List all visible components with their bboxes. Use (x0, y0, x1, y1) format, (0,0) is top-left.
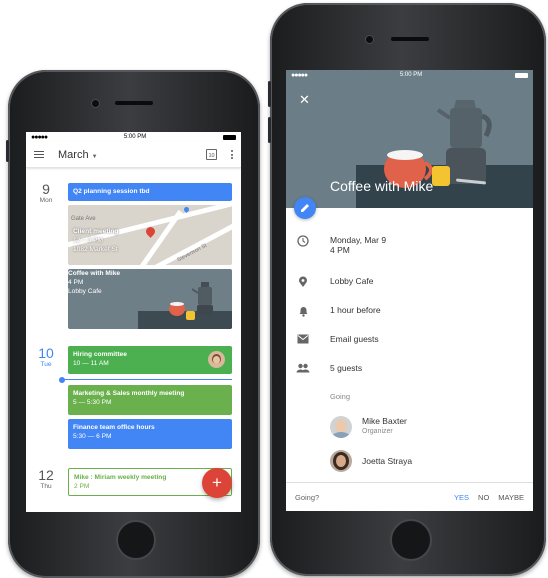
front-camera (365, 35, 374, 44)
battery-icon (515, 72, 528, 78)
email-guests-label: Email guests (330, 334, 379, 344)
event-time: 4 PM (330, 245, 350, 255)
pencil-icon (301, 204, 309, 212)
day-label-mon: 9 Mon (26, 182, 66, 204)
event-marketing-sales[interactable]: Marketing & Sales monthly meeting 5 — 5:… (68, 385, 232, 415)
status-time: 5:00 PM (123, 134, 147, 140)
event-location: Lobby Cafe (330, 276, 374, 286)
rsvp-no-button[interactable]: NO (478, 493, 489, 502)
side-button (6, 140, 9, 162)
side-button (268, 117, 271, 143)
calendar-screen: ●●●●● 5:00 PM March ▼ 10 9 Mon Q2 plannin… (26, 132, 241, 512)
add-event-button[interactable]: + (202, 468, 232, 498)
left-phone: ●●●●● 5:00 PM March ▼ 10 9 Mon Q2 plannin… (6, 70, 260, 578)
event-finance-office-hours[interactable]: Finance team office hours 5:30 — 6 PM (68, 419, 232, 449)
cup-icon (432, 166, 450, 186)
day-number: 12 (38, 467, 54, 483)
front-camera (91, 99, 100, 108)
home-button[interactable] (116, 520, 156, 560)
day-number: 10 (38, 345, 54, 361)
event-time: 12 – 3 PM (73, 237, 104, 244)
day-of-week: Thu (40, 483, 52, 490)
status-time: 5:00 PM (399, 72, 423, 78)
map-street-label: Gate Ave (71, 216, 96, 222)
home-button[interactable] (390, 519, 432, 561)
status-bar: ●●●●● 5:00 PM (286, 70, 533, 80)
event-detail-screen: ●●●●● 5:00 PM ✕ Coffee with Mike Monday,… (286, 70, 533, 511)
overflow-menu-icon[interactable] (231, 149, 233, 160)
guest-name: Mike Baxter (362, 416, 407, 426)
event-time: 10 — 11 AM (73, 360, 109, 367)
rsvp-bar: Going? YES NO MAYBE (286, 482, 533, 511)
event-q2-planning[interactable]: Q2 planning session tbd (68, 183, 232, 201)
guest-avatar (330, 450, 352, 472)
rsvp-yes-button[interactable]: YES (454, 493, 469, 502)
guest-role: Organizer (362, 428, 393, 435)
day-of-week: Tue (40, 361, 52, 368)
event-coffee-with-mike[interactable]: Coffee with Mike 4 PM Lobby Cafe (68, 269, 232, 329)
event-title: Client meeting (73, 228, 119, 235)
day-label-tue: 10 Tue (26, 346, 66, 368)
month-label: March (58, 148, 89, 161)
day-of-week: Mon (39, 197, 53, 204)
event-client-meeting[interactable]: Gate Ave Stevenson St Client meeting 12 … (68, 205, 232, 265)
event-title: Coffee with Mike (330, 178, 434, 194)
close-icon[interactable]: ✕ (299, 92, 310, 108)
guests-row[interactable]: 5 guests (286, 363, 533, 373)
location-pin-icon (299, 276, 307, 287)
side-button (268, 81, 271, 107)
reminder-row[interactable]: 1 hour before (286, 305, 533, 317)
event-location-row[interactable]: Lobby Cafe (286, 276, 533, 288)
menu-icon[interactable] (34, 150, 44, 159)
bell-icon (299, 307, 307, 317)
month-selector[interactable]: March ▼ (58, 149, 206, 161)
event-title: Marketing & Sales monthly meeting (73, 390, 185, 397)
battery-icon (223, 134, 236, 140)
guest-item[interactable]: Joetta Straya (286, 450, 533, 472)
edit-event-button[interactable] (294, 197, 316, 219)
guests-count: 5 guests (330, 363, 363, 373)
email-guests-row[interactable]: Email guests (286, 334, 533, 344)
guest-item[interactable]: Mike Baxter Organizer (286, 416, 533, 438)
speaker-grille (391, 37, 429, 41)
going-section-label: Going (330, 392, 351, 401)
cup-icon (186, 311, 195, 320)
email-icon (297, 334, 309, 344)
day-label-thu: 12 Thu (26, 468, 66, 490)
reminder-text: 1 hour before (330, 305, 381, 315)
caret-down-icon: ▼ (91, 153, 98, 160)
attendee-avatar (208, 351, 225, 368)
people-icon (296, 363, 310, 373)
event-details: Client meeting 12 – 3 PM 1082 Market St (73, 227, 118, 254)
event-location: 1082 Market St (73, 246, 118, 253)
current-time-line (62, 379, 232, 381)
signal-icon: ●●●●● (291, 71, 308, 79)
guest-avatar (330, 416, 352, 438)
event-hiring-committee[interactable]: Hiring committee 10 — 11 AM (68, 346, 232, 374)
event-time: 5 — 5:30 PM (73, 399, 112, 406)
app-toolbar: March ▼ 10 (26, 142, 241, 168)
event-datetime-row: Monday, Mar 94 PM (286, 235, 533, 255)
rsvp-question: Going? (295, 492, 320, 502)
today-calendar-icon[interactable]: 10 (206, 149, 217, 160)
day-number: 9 (42, 181, 50, 197)
speaker-grille (115, 101, 153, 105)
event-title: Hiring committee (73, 351, 127, 358)
event-date: Monday, Mar 9 (330, 235, 387, 245)
clock-icon (297, 235, 309, 247)
today-date-label: 10 (208, 153, 215, 159)
event-time: 5:30 — 6 PM (73, 433, 112, 440)
status-bar: ●●●●● 5:00 PM (26, 132, 241, 142)
event-title: Finance team office hours (73, 424, 155, 431)
event-title: Q2 planning session tbd (73, 188, 150, 195)
guest-name: Joetta Straya (362, 456, 413, 466)
right-phone: ●●●●● 5:00 PM ✕ Coffee with Mike Monday,… (268, 3, 546, 576)
rsvp-maybe-button[interactable]: MAYBE (498, 493, 524, 502)
signal-icon: ●●●●● (31, 133, 48, 141)
